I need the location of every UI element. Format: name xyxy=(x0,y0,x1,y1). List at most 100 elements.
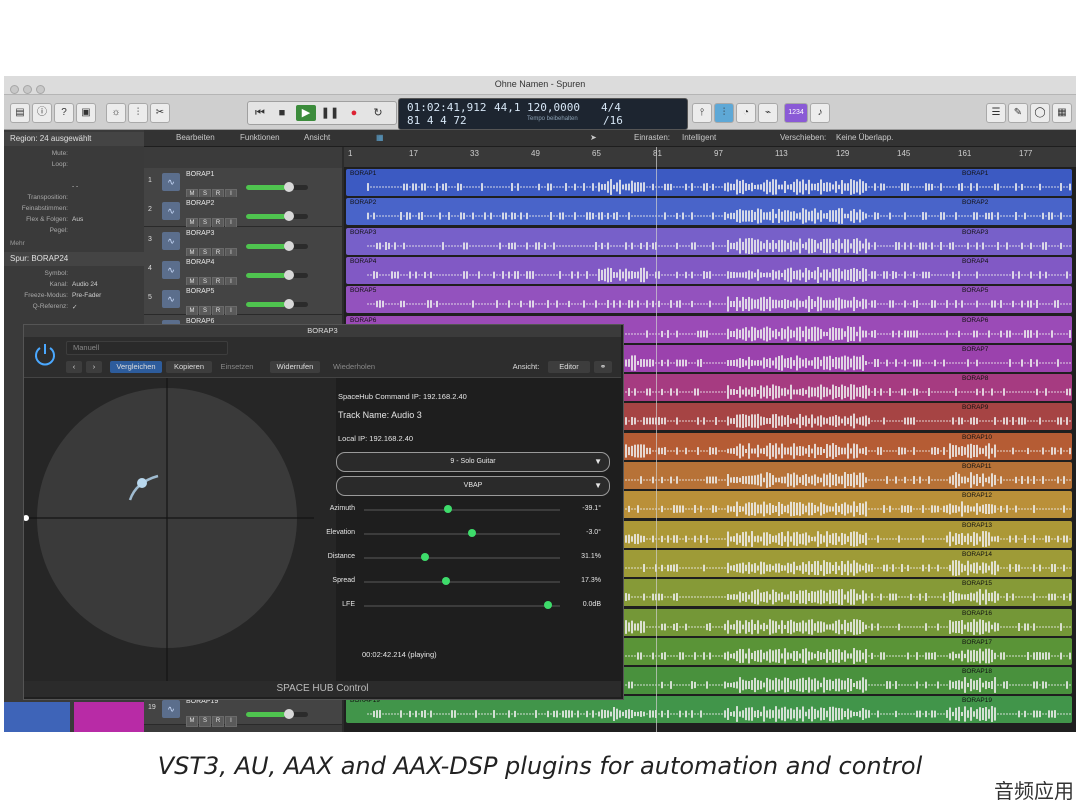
metronome-icon[interactable]: ♪ xyxy=(810,103,830,123)
track-header[interactable]: 5 ∿ BORAP5 M S R I xyxy=(144,285,342,317)
replace-icon[interactable]: ⫶ xyxy=(714,103,734,123)
volume-fader[interactable] xyxy=(246,270,308,280)
metronome-gauge-icon[interactable]: ◔ xyxy=(736,103,756,123)
record-enable-button[interactable]: R xyxy=(212,716,224,727)
audio-region[interactable]: BORAP5 BORAP5 xyxy=(346,286,1072,313)
inspector-row[interactable]: - - xyxy=(4,183,144,193)
volume-fader[interactable] xyxy=(246,211,308,221)
slider-track[interactable] xyxy=(364,605,560,607)
track-header[interactable]: 1 ∿ BORAP1 M S R I xyxy=(144,168,342,200)
track-header[interactable]: 2 ∿ BORAP2 M S R I xyxy=(144,197,342,229)
inspector-row[interactable]: Kanal: Audio 24 xyxy=(4,281,144,291)
inspector-row[interactable]: Freeze-Modus: Pre-Fader xyxy=(4,292,144,302)
pointer-tool-icon[interactable]: ➤ xyxy=(590,133,597,142)
loop-browser-icon[interactable]: ◯ xyxy=(1030,103,1050,123)
audio-region[interactable]: BORAP19 BORAP19 xyxy=(346,696,1072,723)
play-icon[interactable]: ▶ xyxy=(296,105,316,121)
audio-region[interactable]: BORAP3 BORAP3 xyxy=(346,228,1072,255)
view-menu[interactable]: Ansicht xyxy=(304,133,330,142)
param-slider-distance[interactable]: Distance 31.1% xyxy=(306,552,601,564)
slider-track[interactable] xyxy=(364,581,560,583)
stop-icon[interactable]: ■ xyxy=(272,105,292,121)
move-select[interactable]: Keine Überlapp. xyxy=(836,133,893,142)
browser-icon[interactable]: ▦ xyxy=(1052,103,1072,123)
slider-track[interactable] xyxy=(364,557,560,559)
inspector-row[interactable]: Q-Referenz: ✓ xyxy=(4,303,144,313)
volume-fader[interactable] xyxy=(246,299,308,309)
fader-knob[interactable] xyxy=(284,182,294,192)
param-slider-elevation[interactable]: Elevation -3.0° xyxy=(306,528,601,540)
inspector-row[interactable]: Flex & Folgen: Aus xyxy=(4,216,144,226)
slider-track[interactable] xyxy=(364,533,560,535)
record-icon[interactable]: ● xyxy=(344,105,364,121)
countin-button[interactable]: 1234 xyxy=(784,103,808,123)
fader-knob[interactable] xyxy=(284,709,294,719)
inspector-row[interactable]: Loop: xyxy=(4,161,144,171)
slider-knob[interactable] xyxy=(420,553,429,561)
prev-preset-icon[interactable]: ‹ xyxy=(66,361,82,373)
track-inspector-header[interactable]: Spur: BORAP24 xyxy=(4,252,144,266)
library-icon[interactable]: ▤ xyxy=(10,103,30,123)
mute-button[interactable]: M xyxy=(186,716,198,727)
param-slider-spread[interactable]: Spread 17.3% xyxy=(306,576,601,588)
inspector-row[interactable]: Transposition: xyxy=(4,194,144,204)
mixer-icon[interactable]: ⫶ xyxy=(128,103,148,123)
volume-fader[interactable] xyxy=(246,182,308,192)
cycle-icon[interactable]: ↻ xyxy=(368,105,388,121)
help-icon[interactable]: ? xyxy=(54,103,74,123)
grid-icon[interactable]: ▦ xyxy=(376,133,384,142)
slider-knob[interactable] xyxy=(442,577,451,585)
fader-knob[interactable] xyxy=(284,270,294,280)
rewind-icon[interactable]: ⏮ xyxy=(250,105,270,121)
track-header[interactable]: 4 ∿ BORAP4 M S R I xyxy=(144,256,342,288)
tuner-icon[interactable]: ⫯ xyxy=(692,103,712,123)
playhead[interactable] xyxy=(656,147,657,732)
slider-knob[interactable] xyxy=(544,601,553,609)
power-icon[interactable] xyxy=(32,342,58,368)
audio-region[interactable]: BORAP2 BORAP2 xyxy=(346,198,1072,225)
inspector-row[interactable] xyxy=(4,172,144,182)
autopunch-icon[interactable]: ⌁ xyxy=(758,103,778,123)
panner-pane[interactable] xyxy=(23,378,336,681)
redo-button[interactable]: Wiederholen xyxy=(324,361,384,373)
audio-region[interactable]: BORAP4 BORAP4 xyxy=(346,257,1072,284)
notepad-icon[interactable]: ✎ xyxy=(1008,103,1028,123)
fader-knob[interactable] xyxy=(284,241,294,251)
link-icon[interactable]: ⚭ xyxy=(594,361,612,373)
smart-controls-icon[interactable]: ☼ xyxy=(106,103,126,123)
editors-icon[interactable]: ✂ xyxy=(150,103,170,123)
fader-knob[interactable] xyxy=(284,211,294,221)
info-icon[interactable]: ⓘ xyxy=(32,103,52,123)
algorithm-select[interactable]: VBAP ▼ xyxy=(336,476,610,496)
volume-fader[interactable] xyxy=(246,241,308,251)
list-editors-icon[interactable]: ☰ xyxy=(986,103,1006,123)
source-select[interactable]: 9 - Solo Guitar ▼ xyxy=(336,452,610,472)
toolbar-icon[interactable]: ▣ xyxy=(76,103,96,123)
copy-button[interactable]: Kopieren xyxy=(166,361,212,373)
functions-menu[interactable]: Funktionen xyxy=(240,133,280,142)
edit-menu[interactable]: Bearbeiten xyxy=(176,133,215,142)
compare-button[interactable]: Vergleichen xyxy=(110,361,162,373)
volume-fader[interactable] xyxy=(246,709,308,719)
more-toggle[interactable]: Mehr xyxy=(10,240,150,250)
param-slider-lfe[interactable]: LFE 0.0dB xyxy=(306,600,601,612)
region-inspector-header[interactable]: Region: 24 ausgewählt xyxy=(4,132,144,146)
lcd-display[interactable]: 01:02:41,912 81 4 4 72 44,1 120,0000 Tem… xyxy=(398,98,688,130)
snap-select[interactable]: Intelligent xyxy=(682,133,716,142)
view-select[interactable]: Editor xyxy=(548,361,590,373)
input-monitor-button[interactable]: I xyxy=(225,716,237,727)
slider-knob[interactable] xyxy=(444,505,453,513)
fader-knob[interactable] xyxy=(284,299,294,309)
track-header[interactable]: 3 ∿ BORAP3 M S R I xyxy=(144,227,342,259)
pause-icon[interactable]: ❚❚ xyxy=(320,105,340,121)
solo-button[interactable]: S xyxy=(199,716,211,727)
inspector-row[interactable]: Symbol: xyxy=(4,270,144,280)
slider-knob[interactable] xyxy=(467,529,476,537)
inspector-row[interactable]: Pegel: xyxy=(4,227,144,237)
param-slider-azimuth[interactable]: Azimuth -39.1° xyxy=(306,504,601,516)
undo-button[interactable]: Widerrufen xyxy=(270,361,320,373)
inspector-row[interactable]: Mute: xyxy=(4,150,144,160)
inspector-row[interactable]: Feinabstimmen: xyxy=(4,205,144,215)
paste-button[interactable]: Einsetzen xyxy=(214,361,260,373)
preset-select[interactable]: Manuell xyxy=(66,341,228,355)
